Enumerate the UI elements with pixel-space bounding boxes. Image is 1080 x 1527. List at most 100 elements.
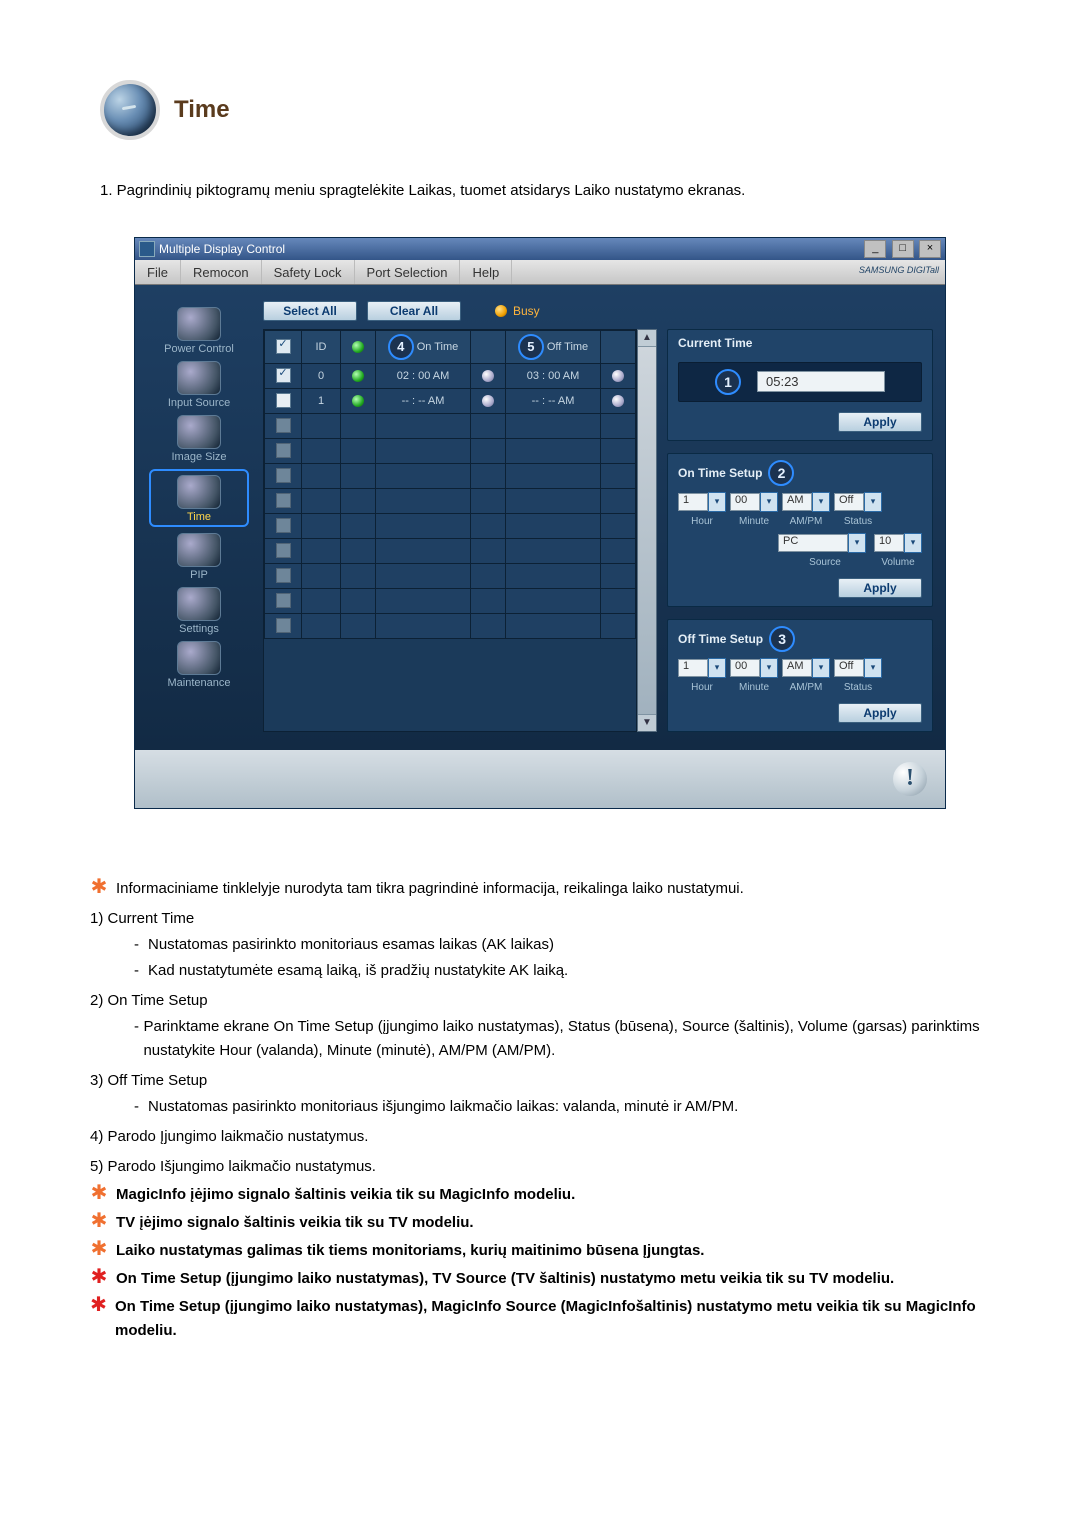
- mdc-window: Multiple Display Control _ □ × File Remo…: [134, 237, 946, 809]
- select-all-button[interactable]: Select All: [263, 301, 357, 321]
- body-copy: ✱Informaciniame tinklelyje nurodyta tam …: [90, 877, 990, 1343]
- menu-help[interactable]: Help: [460, 260, 512, 284]
- row-checkbox: [276, 518, 291, 533]
- on-time-led-icon: [482, 370, 494, 382]
- table-row[interactable]: [265, 613, 636, 638]
- busy-dot-icon: [495, 305, 507, 317]
- pip-icon: [177, 533, 221, 567]
- table-row[interactable]: [265, 488, 636, 513]
- maximize-button[interactable]: □: [892, 240, 914, 258]
- table-row[interactable]: [265, 513, 636, 538]
- apply-on-time-button[interactable]: Apply: [838, 578, 922, 598]
- status-led-icon: [352, 395, 364, 407]
- table-row[interactable]: [265, 413, 636, 438]
- time-icon: [177, 475, 221, 509]
- on-hour-input[interactable]: 1▾: [678, 492, 726, 512]
- input-source-icon: [177, 361, 221, 395]
- star-icon: ✱: [90, 1183, 108, 1203]
- window-buttons[interactable]: _ □ ×: [862, 240, 941, 258]
- on-status-select[interactable]: Off▾: [834, 492, 882, 512]
- row-checkbox[interactable]: [276, 393, 291, 408]
- panel-current-time: Current Time 1 05:23 Apply: [667, 329, 933, 441]
- apply-off-time-button[interactable]: Apply: [838, 703, 922, 723]
- scroll-up-icon[interactable]: ▲: [638, 330, 656, 347]
- on-source-select[interactable]: PC▾: [778, 533, 866, 553]
- section-heading: Time: [174, 96, 230, 124]
- row-checkbox[interactable]: [276, 368, 291, 383]
- table-scrollbar[interactable]: ▲ ▼: [637, 329, 657, 732]
- callout-3: 3: [769, 626, 795, 652]
- off-status-select[interactable]: Off▾: [834, 658, 882, 678]
- settings-icon: [177, 587, 221, 621]
- row-checkbox: [276, 443, 291, 458]
- callout-1: 1: [715, 369, 741, 395]
- nav-maintenance[interactable]: Maintenance: [155, 641, 243, 689]
- callout-4: 4: [388, 334, 414, 360]
- menu-port-selection[interactable]: Port Selection: [355, 260, 461, 284]
- table-row[interactable]: 002 : 00 AM03 : 00 AM: [265, 363, 636, 388]
- on-minute-input[interactable]: 00▾: [730, 492, 778, 512]
- status-led-icon: [352, 370, 364, 382]
- info-icon: !: [893, 762, 927, 796]
- star-icon: ✱: [90, 877, 108, 897]
- scroll-down-icon[interactable]: ▼: [638, 714, 656, 731]
- callout-5: 5: [518, 334, 544, 360]
- app-icon: [139, 241, 155, 257]
- menu-file[interactable]: File: [135, 260, 181, 284]
- close-button[interactable]: ×: [919, 240, 941, 258]
- table-row[interactable]: 1-- : -- AM-- : -- AM: [265, 388, 636, 413]
- off-time-title: Off Time Setup: [678, 632, 763, 646]
- off-minute-input[interactable]: 00▾: [730, 658, 778, 678]
- table-row[interactable]: [265, 588, 636, 613]
- table-row[interactable]: [265, 538, 636, 563]
- col-on-time: 4On Time: [376, 330, 471, 363]
- window-title: Multiple Display Control: [159, 242, 285, 256]
- row-checkbox: [276, 618, 291, 633]
- menu-safety-lock[interactable]: Safety Lock: [262, 260, 355, 284]
- star-icon: ✱: [90, 1239, 108, 1259]
- row-checkbox: [276, 468, 291, 483]
- row-checkbox: [276, 568, 291, 583]
- off-hour-input[interactable]: 1▾: [678, 658, 726, 678]
- row-checkbox: [276, 493, 291, 508]
- menu-remocon[interactable]: Remocon: [181, 260, 262, 284]
- current-time-title: Current Time: [678, 336, 752, 350]
- statusbar: !: [135, 750, 945, 808]
- current-time-value[interactable]: 05:23: [757, 371, 885, 392]
- table-row[interactable]: [265, 438, 636, 463]
- header-checkbox[interactable]: [276, 339, 291, 354]
- table-row[interactable]: [265, 563, 636, 588]
- nav-image-size[interactable]: Image Size: [155, 415, 243, 463]
- apply-current-time-button[interactable]: Apply: [838, 412, 922, 432]
- off-time-led-icon: [612, 370, 624, 382]
- row-checkbox: [276, 543, 291, 558]
- on-ampm-select[interactable]: AM▾: [782, 492, 830, 512]
- minimize-button[interactable]: _: [864, 240, 886, 258]
- callout-2: 2: [768, 460, 794, 486]
- table-row[interactable]: [265, 463, 636, 488]
- panel-on-time: On Time Setup2 1▾ 00▾ AM▾ Off▾ HourMinut…: [667, 453, 933, 607]
- menubar: File Remocon Safety Lock Port Selection …: [135, 260, 945, 285]
- sidebar-nav: Power Control Input Source Image Size Ti…: [135, 301, 263, 732]
- nav-pip[interactable]: PIP: [155, 533, 243, 581]
- maintenance-icon: [177, 641, 221, 675]
- titlebar: Multiple Display Control _ □ ×: [135, 238, 945, 260]
- time-section-icon: [100, 80, 160, 140]
- busy-indicator: Busy: [495, 304, 540, 318]
- clear-all-button[interactable]: Clear All: [367, 301, 461, 321]
- nav-time[interactable]: Time: [149, 469, 249, 527]
- display-table: ID 4On Time 5Off Time 002 : 00 AM03 : 00…: [263, 329, 637, 732]
- row-checkbox: [276, 418, 291, 433]
- off-ampm-select[interactable]: AM▾: [782, 658, 830, 678]
- off-time-led-icon: [612, 395, 624, 407]
- nav-input-source[interactable]: Input Source: [155, 361, 243, 409]
- star-icon: ✱: [90, 1267, 108, 1287]
- intro-text: 1. Pagrindinių piktogramų meniu spragtel…: [100, 180, 1080, 203]
- nav-power-control[interactable]: Power Control: [155, 307, 243, 355]
- on-volume-input[interactable]: 10▾: [874, 533, 922, 553]
- col-off-time: 5Off Time: [506, 330, 601, 363]
- power-icon: [177, 307, 221, 341]
- nav-settings[interactable]: Settings: [155, 587, 243, 635]
- col-status-icon: [341, 330, 376, 363]
- image-size-icon: [177, 415, 221, 449]
